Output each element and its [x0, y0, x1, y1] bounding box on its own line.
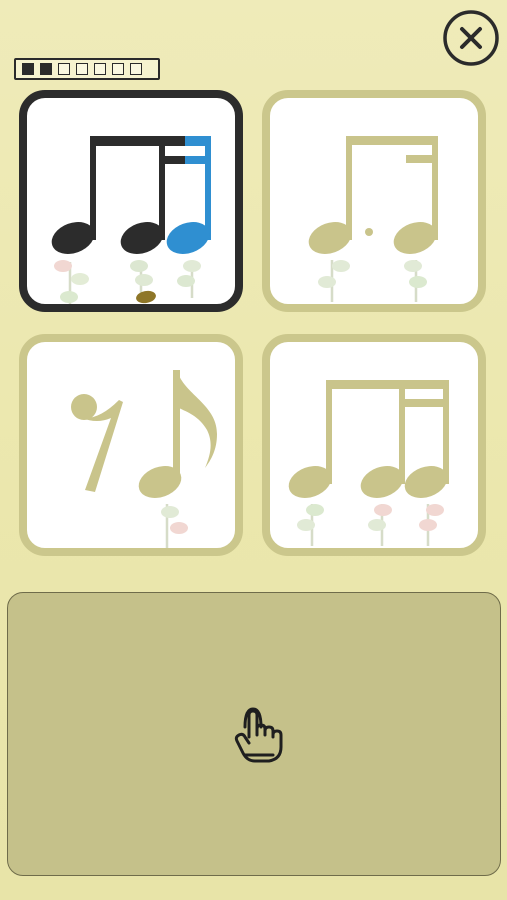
rhythm-notation-2 — [308, 136, 438, 302]
rhythm-option-4[interactable] — [262, 334, 486, 556]
progress-step — [58, 63, 70, 75]
rhythm-notation-1 — [51, 136, 211, 304]
progress-step — [94, 63, 106, 75]
pointing-hand-icon — [234, 707, 283, 763]
rhythm-notation-4 — [288, 380, 449, 546]
progress-step — [40, 63, 52, 75]
progress-step — [76, 63, 88, 75]
rhythm-option-1[interactable] — [19, 90, 243, 312]
close-icon — [443, 10, 499, 66]
progress-step — [22, 63, 34, 75]
tap-pad[interactable] — [7, 592, 501, 876]
progress-step — [112, 63, 124, 75]
progress-indicator — [14, 58, 160, 80]
close-button[interactable] — [442, 9, 500, 67]
rhythm-notation-3 — [71, 370, 217, 548]
rhythm-option-2[interactable] — [262, 90, 486, 312]
progress-step — [130, 63, 142, 75]
exercise-screen — [0, 0, 507, 900]
rhythm-option-3[interactable] — [19, 334, 243, 556]
